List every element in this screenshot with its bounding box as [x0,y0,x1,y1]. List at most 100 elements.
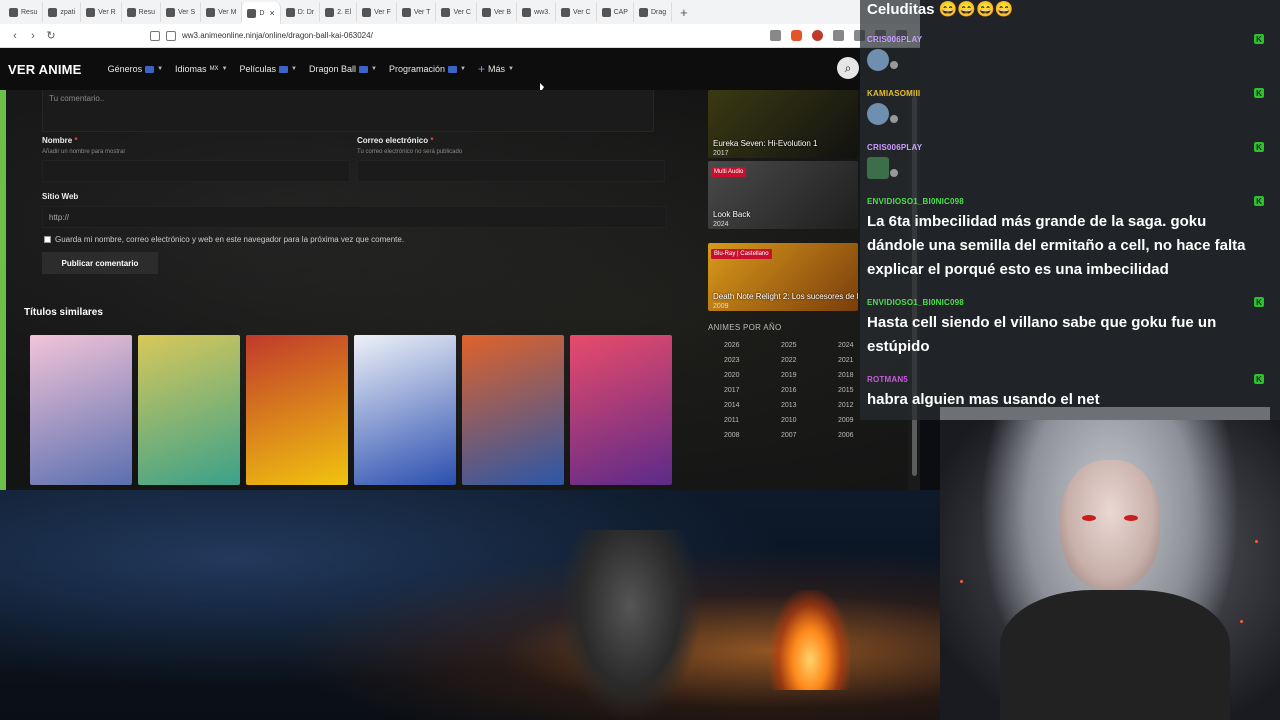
brave-shield-icon[interactable] [791,30,802,41]
year-link[interactable]: 2022 [781,357,838,364]
tab-close-icon[interactable]: × [269,8,274,18]
poster-thumbnail[interactable] [138,335,240,485]
browser-tab[interactable]: Resu [4,2,44,22]
forward-icon[interactable]: › [24,27,42,45]
menu-item-label: Más [487,64,505,74]
url-text[interactable]: ww3.animeonline.ninja/online/dragon-ball… [182,31,373,40]
browser-tab[interactable]: Ver C [436,2,477,22]
card-title: Look Back [713,210,751,219]
email-label: Correo electrónico * [357,136,434,145]
menu-item[interactable]: Programación ▼ [389,62,466,76]
browser-tab[interactable]: Drag [634,2,673,22]
year-link[interactable]: 2025 [781,342,838,349]
browser-tab[interactable]: Ver F [357,2,397,22]
sidebar-anime-card[interactable]: Multi Audio Look Back 2024 [708,161,858,229]
year-link[interactable]: 2016 [781,387,838,394]
chat-username[interactable]: CRIS006PLAY [867,35,922,44]
year-link[interactable]: 2017 [724,387,781,394]
browser-tab[interactable]: ww3. [517,2,557,22]
sidebar-anime-card[interactable]: Blu-Ray | Castellano Death Note Relight 2… [708,243,858,311]
extensions-icon[interactable] [833,30,844,41]
year-link[interactable]: 2010 [781,417,838,424]
poster-thumbnail[interactable] [30,335,132,485]
year-link[interactable]: 2014 [724,402,781,409]
chat-username[interactable]: ENVIDIOSO1_BI0NIC098 [867,197,964,206]
year-link[interactable]: 2006 [838,432,895,439]
menu-item[interactable]: Géneros ▼ [108,62,163,76]
menu-item-label: Programación [388,64,446,74]
chat-overlay: Celuditas 😄😄😄😄 CRIS006PLAY K KAMIASOMIII K C… [860,0,1280,420]
search-icon[interactable]: ⌕ [837,57,859,79]
remember-checkbox[interactable] [44,236,51,243]
rewards-icon[interactable] [812,30,823,41]
poster-thumbnail[interactable] [246,335,348,485]
tab-favicon-icon [48,7,58,17]
year-link[interactable]: 2026 [724,342,781,349]
poster-thumbnail[interactable] [354,335,456,485]
knight-figure [560,530,700,720]
site-logo[interactable]: VER ANIME [8,62,82,77]
browser-tab[interactable]: Ver S [161,2,202,22]
chat-username[interactable]: ROTMAN5 [867,375,908,384]
name-label: Nombre * [42,136,78,145]
website-field[interactable]: http:// [42,206,667,228]
sidebar-anime-card[interactable]: Eureka Seven: Hi-Evolution 1 2017 [708,90,858,158]
comment-textarea[interactable]: Tu comentario.. [42,90,654,132]
chat-username[interactable]: KAMIASOMIII [867,89,920,98]
flag-icon [279,65,289,73]
back-icon[interactable]: ‹ [6,27,24,45]
poster-thumbnail[interactable] [462,335,564,485]
year-link[interactable]: 2007 [781,432,838,439]
chat-username[interactable]: CRIS006PLAY [867,143,922,152]
menu-item[interactable]: Idiomas MX ▼ [175,62,227,76]
menu-item-suffix: MX [209,66,219,72]
browser-tab[interactable]: D: Dr [281,2,321,22]
browser-tab[interactable]: Ver B [477,2,518,22]
name-field[interactable] [42,160,350,182]
email-field[interactable] [357,160,665,182]
web-page: VER ANIME Géneros ▼ Idiomas MX ▼ Películas ▼ Dr… [0,48,920,490]
browser-tab-strip: Resu zpati Ver R Resu Ver S Ver M D × D: Dr 2. El… [0,0,860,24]
browser-tab[interactable]: Ver C [556,2,597,22]
year-link[interactable]: 2023 [724,357,781,364]
tab-label: Ver R [98,8,116,16]
browser-tab[interactable]: Ver T [397,2,437,22]
tab-label: zpati [60,8,76,16]
browser-tab[interactable]: Ver R [81,2,122,22]
tab-label: Ver C [573,8,591,16]
menu-item[interactable]: + Más ▼ [478,62,514,76]
poster-thumbnail[interactable] [570,335,672,485]
browser-tab[interactable]: Ver M [201,2,243,22]
tab-label: Ver S [178,8,196,16]
share-icon[interactable] [770,30,781,41]
submit-comment-button[interactable]: Publicar comentario [42,252,158,274]
menu-item-label: Dragon Ball [309,64,357,74]
avatar [867,157,889,179]
browser-tab[interactable]: Resu [122,2,161,22]
chevron-down-icon: ▼ [460,66,466,72]
webcam-overlay [940,420,1280,720]
year-link[interactable]: 2013 [781,402,838,409]
browser-tab[interactable]: CAP [597,2,634,22]
browser-tab[interactable]: zpati [43,2,82,22]
kick-badge-icon: K [1254,88,1264,98]
browser-tab[interactable]: 2. El [320,2,358,22]
year-link[interactable]: 2019 [781,372,838,379]
year-link[interactable]: 2008 [724,432,781,439]
ember [1255,540,1258,543]
address-bar[interactable]: ww3.animeonline.ninja/online/dragon-ball… [150,27,730,45]
bookmark-icon[interactable] [150,30,160,41]
new-tab-icon[interactable]: + [680,5,688,20]
menu-item[interactable]: Películas ▼ [240,62,297,76]
year-link[interactable]: 2011 [724,417,781,424]
card-badge: Blu-Ray | Castellano [711,249,772,259]
reload-icon[interactable]: ↻ [42,27,60,45]
browser-tab[interactable]: D × [242,2,281,24]
tab-label: Ver M [218,8,237,16]
site-info-icon[interactable] [166,30,176,41]
user-icon [890,169,898,177]
year-link[interactable]: 2020 [724,372,781,379]
menu-item[interactable]: Dragon Ball ▼ [309,62,377,76]
menu-item-label: Idiomas [175,64,207,74]
chat-username[interactable]: ENVIDIOSO1_BI0NIC098 [867,298,964,307]
